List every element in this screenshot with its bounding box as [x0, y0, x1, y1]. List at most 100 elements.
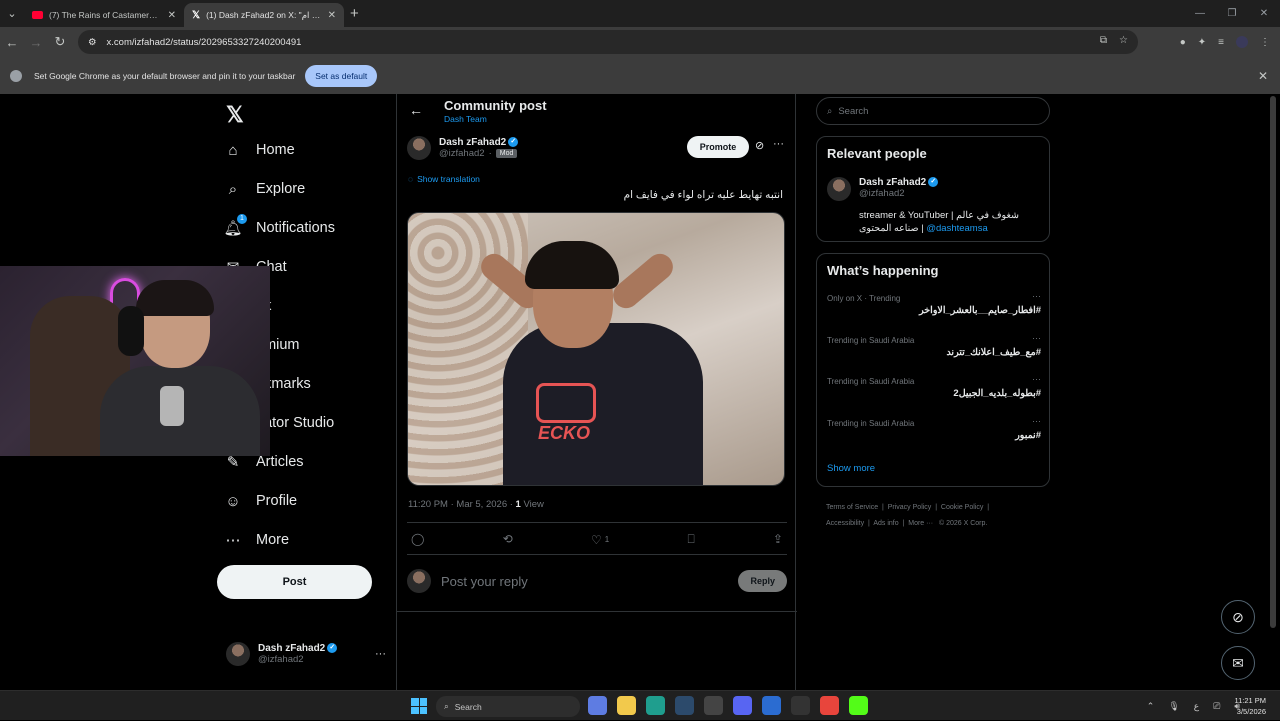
kick-icon[interactable] [849, 696, 868, 715]
back-icon[interactable]: ← [0, 35, 24, 50]
reply-input[interactable]: Post your reply [441, 574, 728, 589]
shirt [503, 323, 703, 485]
close-tab-icon[interactable]: ✕ [168, 10, 176, 21]
account-switcher[interactable]: Dash zFahad2 ✓ @izfahad2 ··· [226, 642, 396, 666]
microphone [160, 386, 184, 426]
post-text: انتبه تهايط عليه تراه لواء في فايف ام [623, 189, 783, 201]
trend-item[interactable]: Trending in Saudi Arabia ··· #بطوله_بلدي… [827, 374, 1041, 399]
puzzle-icon[interactable]: ✦ [1198, 37, 1206, 48]
like-button[interactable]: ♡ 1 [591, 532, 609, 547]
windows-start-icon[interactable] [411, 698, 427, 714]
x-logo-icon[interactable]: 𝕏 [226, 102, 244, 128]
bookmark-star-icon[interactable]: ☆ [1119, 35, 1128, 46]
tab-search-icon[interactable]: ⌄ [0, 0, 24, 27]
tray-overflow-icon[interactable]: ⌃ [1147, 701, 1155, 712]
chrome-icon[interactable] [820, 696, 839, 715]
system-tray: ⌃ 🎙︎ ع ⎚ 🔊︎ [1147, 691, 1240, 721]
footer-links: Terms of Service | Privacy Policy | Cook… [826, 504, 990, 527]
windows-taskbar: ⌕ Search ⌃ 🎙︎ ع ⎚ 🔊︎ 11:21 PM 3/5/2026 [0, 690, 1280, 720]
reply-icon[interactable]: ◯ [411, 532, 424, 547]
trend-item[interactable]: Trending in Saudi Arabia ··· #نمبور [827, 416, 1041, 441]
nav-more[interactable]: ⋯ More [224, 531, 290, 549]
chrome-menu-icon[interactable]: ⋮ [1260, 37, 1270, 48]
file-explorer-icon[interactable] [617, 696, 636, 715]
trend-name: #بطوله_بلديه_الجبيل2 [953, 388, 1041, 399]
bookmark-icon[interactable]: ⎕ [687, 532, 694, 547]
trend-item[interactable]: Only on X · Trending ··· #افطار_صايم__با… [827, 291, 1041, 316]
bio-link[interactable]: @dashteamsa [926, 223, 987, 234]
app-icon[interactable] [762, 696, 781, 715]
new-tab-icon[interactable]: + [350, 5, 359, 22]
footer-link[interactable]: Terms of Service [826, 504, 878, 511]
language-indicator[interactable]: ع [1194, 701, 1199, 712]
obs-icon[interactable] [704, 696, 723, 715]
search-input[interactable]: ⌕ Search [816, 97, 1050, 125]
close-window-icon[interactable]: ✕ [1248, 0, 1280, 27]
page-scrollbar[interactable] [1270, 96, 1276, 628]
whats-happening-card: What’s happening Only on X · Trending ··… [816, 253, 1050, 487]
set-as-default-button[interactable]: Set as default [305, 64, 378, 87]
post-button[interactable]: Post [217, 565, 372, 599]
post-image[interactable]: ECKO [407, 212, 785, 486]
network-icon[interactable]: ⎚ [1213, 701, 1220, 712]
mic-icon[interactable]: 🎙︎ [1168, 701, 1179, 712]
trend-more-icon[interactable]: ··· [1032, 333, 1041, 343]
show-more-link[interactable]: Show more [827, 463, 875, 474]
account-more-icon[interactable]: ··· [375, 648, 386, 660]
discord-icon[interactable] [733, 696, 752, 715]
footer-link[interactable]: Cookie Policy [941, 504, 983, 511]
forward-icon[interactable]: → [24, 35, 48, 50]
nav-profile[interactable]: ☺ Profile [224, 492, 297, 510]
repost-icon[interactable]: ⟲ [503, 532, 513, 547]
taskbar-clock[interactable]: 11:21 PM 3/5/2026 [1234, 695, 1266, 717]
reload-icon[interactable]: ↻ [48, 34, 72, 50]
relevant-person[interactable]: Dash zFahad2 ✓ @izfahad2 [827, 177, 939, 201]
trend-more-icon[interactable]: ··· [1032, 374, 1041, 384]
nav-home[interactable]: ⌂ Home [224, 141, 294, 159]
profile-avatar-icon[interactable] [1236, 36, 1248, 48]
copilot-icon[interactable] [588, 696, 607, 715]
share-icon[interactable]: ⇪ [773, 532, 783, 547]
install-app-icon[interactable]: ⧉ [1100, 35, 1107, 46]
promote-button[interactable]: Promote [687, 136, 749, 158]
community-link[interactable]: Dash Team [444, 114, 487, 124]
person-name: Dash zFahad2 [859, 177, 927, 188]
address-bar[interactable]: ⚙ x.com/izfahad2/status/2029653327240200… [78, 30, 1138, 54]
media-controls-icon[interactable]: ≡ [1218, 37, 1224, 48]
minimize-icon[interactable]: — [1184, 0, 1216, 27]
messages-fab-icon[interactable]: ✉ [1221, 646, 1255, 680]
back-arrow-icon[interactable]: ← [409, 102, 423, 118]
store-icon[interactable] [675, 696, 694, 715]
post-author[interactable]: Dash zFahad2 ✓ @izfahad2 · Mod [407, 136, 519, 160]
browser-tab-x[interactable]: 𝕏 (1) Dash zFahad2 on X: "شايف ام ✕ [184, 3, 344, 27]
nav-explore[interactable]: ⌕ Explore [224, 180, 305, 198]
taskbar-search[interactable]: ⌕ Search [436, 696, 580, 717]
close-infobar-icon[interactable]: ✕ [1258, 69, 1268, 83]
site-info-icon[interactable]: ⚙ [88, 37, 97, 48]
restore-icon[interactable]: ❐ [1216, 0, 1248, 27]
extension-icon[interactable]: ● [1180, 37, 1186, 48]
footer-link[interactable]: Ads info [873, 520, 898, 527]
verified-badge-icon: ✓ [327, 643, 338, 654]
show-translation-link[interactable]: ◌ Show translation [408, 174, 480, 184]
post-more-icon[interactable]: ··· [773, 138, 784, 150]
reply-button[interactable]: Reply [738, 570, 787, 592]
footer-link[interactable]: More ··· [908, 520, 933, 527]
grok-fab-icon[interactable]: ⊘ [1221, 600, 1255, 634]
close-tab-icon[interactable]: ✕ [328, 10, 336, 21]
footer-link[interactable]: Privacy Policy [888, 504, 932, 511]
grok-explain-icon[interactable]: ⊘ [755, 139, 764, 152]
infobar-text: Set Google Chrome as your default browse… [34, 70, 296, 81]
trend-item[interactable]: Trending in Saudi Arabia ··· #مع_طيف_اعل… [827, 333, 1041, 358]
avatar[interactable] [407, 136, 431, 160]
headset [118, 306, 144, 356]
trend-more-icon[interactable]: ··· [1032, 291, 1041, 301]
edge-icon[interactable] [646, 696, 665, 715]
trend-meta: Only on X · Trending [827, 294, 901, 303]
like-count: 1 [604, 535, 610, 544]
x-app-icon[interactable] [791, 696, 810, 715]
nav-notifications[interactable]: 🔔︎ 1 Notifications [223, 214, 335, 237]
browser-tab-youtube[interactable]: (7) The Rains of Castamere (Re ✕ [24, 3, 184, 27]
footer-link[interactable]: Accessibility [826, 520, 864, 527]
trend-more-icon[interactable]: ··· [1032, 416, 1041, 426]
